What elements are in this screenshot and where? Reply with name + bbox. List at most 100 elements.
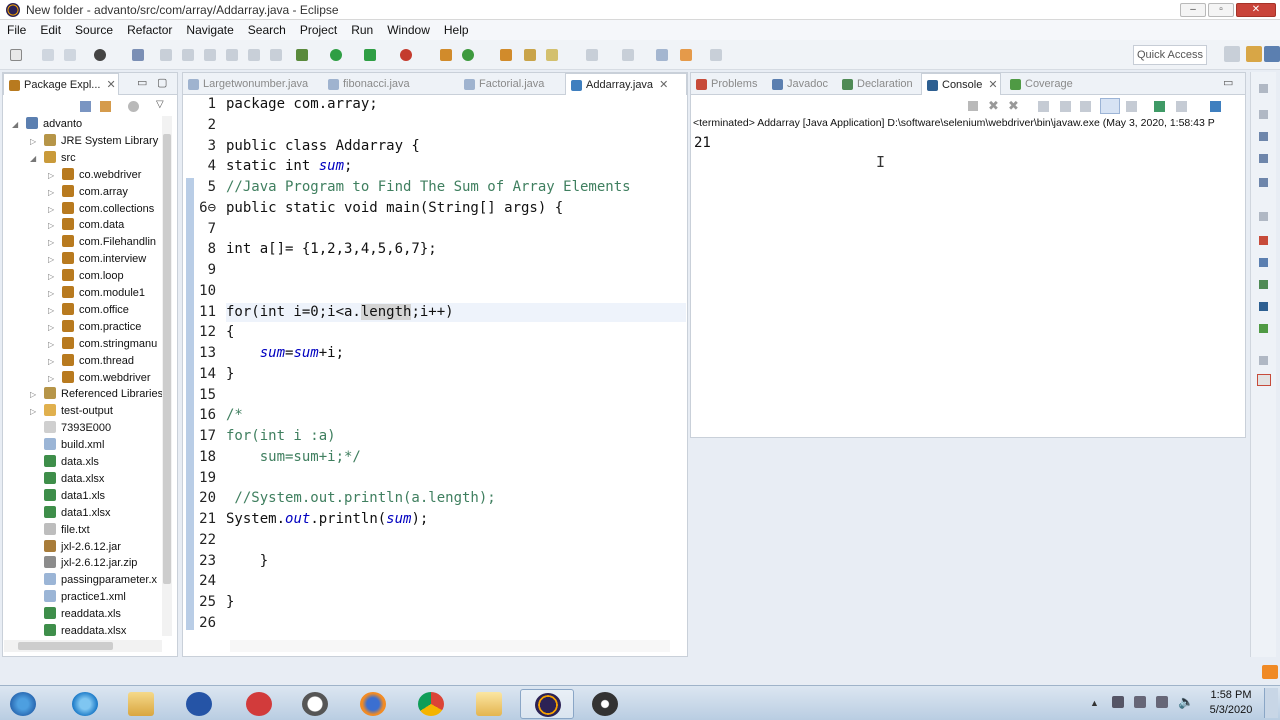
tree-horizontal-scrollbar[interactable] bbox=[4, 640, 162, 652]
volume-icon[interactable]: 🔈 bbox=[1178, 694, 1194, 710]
tree-item[interactable]: ▷ Referenced Libraries bbox=[30, 386, 163, 403]
taskbar-app[interactable] bbox=[172, 689, 226, 719]
network-icon[interactable] bbox=[1156, 696, 1168, 708]
tree-item[interactable]: ▷ com.office bbox=[48, 302, 129, 319]
code-line[interactable]: //Java Program to Find The Sum of Array … bbox=[226, 179, 631, 195]
debug-run-icon[interactable] bbox=[296, 49, 308, 61]
open-task-icon[interactable] bbox=[524, 49, 536, 61]
tree-item[interactable]: ▷ com.interview bbox=[48, 251, 146, 268]
close-icon[interactable]: ✕ bbox=[106, 79, 115, 91]
menu-help[interactable]: Help bbox=[437, 23, 476, 37]
show-console-error-icon[interactable] bbox=[1126, 101, 1137, 112]
close-icon[interactable]: ✕ bbox=[659, 79, 668, 91]
expand-right-icon[interactable]: ▷ bbox=[30, 403, 36, 420]
previous-annotation-icon[interactable] bbox=[622, 49, 634, 61]
tree-item[interactable]: jxl-2.6.12.jar bbox=[44, 539, 121, 556]
menu-refactor[interactable]: Refactor bbox=[120, 23, 179, 37]
toolbar-tool-icon[interactable] bbox=[226, 49, 238, 61]
tree-item[interactable]: ▷ com.array bbox=[48, 184, 128, 201]
expand-right-icon[interactable]: ▷ bbox=[48, 370, 54, 387]
editor-horizontal-scrollbar[interactable] bbox=[230, 640, 670, 652]
show-console-output-icon[interactable] bbox=[1100, 98, 1120, 114]
tab-coverage[interactable]: Coverage bbox=[1005, 73, 1085, 95]
close-button[interactable]: ✕ bbox=[1236, 3, 1276, 17]
code-line[interactable]: static int sum; bbox=[226, 158, 352, 174]
code-line[interactable]: { bbox=[226, 324, 234, 340]
tree-item[interactable]: readdata.xls bbox=[44, 606, 121, 623]
tree-item[interactable]: readdata.xlsx bbox=[44, 623, 126, 638]
tab-javadoc[interactable]: Javadoc bbox=[767, 73, 837, 95]
close-icon[interactable]: ✕ bbox=[988, 79, 997, 91]
clear-console-icon[interactable] bbox=[1038, 101, 1049, 112]
search-icon[interactable] bbox=[546, 49, 558, 61]
menu-run[interactable]: Run bbox=[344, 23, 380, 37]
system-clock[interactable]: 1:58 PM 5/3/2020 bbox=[1207, 688, 1255, 718]
coverage-icon[interactable] bbox=[364, 49, 376, 61]
tree-item[interactable]: ◢ advanto bbox=[12, 116, 82, 133]
tree-item[interactable]: ▷ com.stringmanu bbox=[48, 336, 157, 353]
menu-window[interactable]: Window bbox=[380, 23, 437, 37]
minimize-view-icon[interactable]: ▭ bbox=[1223, 76, 1233, 89]
taskbar-obs[interactable] bbox=[578, 689, 632, 719]
console-horizontal-scrollbar[interactable] bbox=[696, 424, 1226, 436]
code-line[interactable]: sum=sum+i;*/ bbox=[226, 449, 361, 465]
taskbar-firefox[interactable] bbox=[346, 689, 400, 719]
taskbar-clock-app[interactable] bbox=[288, 689, 342, 719]
code-line[interactable]: System.out.println(sum); bbox=[226, 511, 428, 527]
expand-right-icon[interactable]: ▷ bbox=[48, 319, 54, 336]
tree-item[interactable]: passingparameter.x bbox=[44, 572, 157, 589]
tree-item[interactable]: ▷ com.practice bbox=[48, 319, 141, 336]
tab-addarray[interactable]: Addarray.java ✕ bbox=[565, 73, 687, 95]
expand-right-icon[interactable]: ▷ bbox=[48, 302, 54, 319]
restore-icon[interactable] bbox=[1259, 84, 1268, 93]
focus-icon[interactable] bbox=[128, 101, 139, 112]
tree-item[interactable]: data.xlsx bbox=[44, 471, 104, 488]
taskbar-snipping-tool[interactable] bbox=[232, 689, 286, 719]
skip-breakpoints-icon[interactable] bbox=[132, 49, 144, 61]
forward-icon[interactable] bbox=[710, 49, 722, 61]
maximize-button[interactable]: ▫ bbox=[1208, 3, 1234, 17]
task-list-icon[interactable] bbox=[1259, 132, 1268, 141]
tab-problems[interactable]: Problems bbox=[691, 73, 767, 95]
coverage-icon[interactable] bbox=[1259, 324, 1268, 333]
console-vertical-scrollbar[interactable] bbox=[1234, 136, 1244, 420]
terminal-icon[interactable] bbox=[1257, 374, 1271, 386]
expand-right-icon[interactable]: ▷ bbox=[48, 167, 54, 184]
console-output[interactable]: 21 bbox=[694, 135, 711, 151]
expand-down-icon[interactable]: ◢ bbox=[30, 150, 36, 167]
tree-item[interactable]: data1.xls bbox=[44, 488, 105, 505]
problems-icon[interactable] bbox=[1259, 236, 1268, 245]
tree-item[interactable]: practice1.xml bbox=[44, 589, 126, 606]
tree-item[interactable]: ▷ JRE System Library [ bbox=[30, 133, 164, 150]
open-console-icon[interactable] bbox=[1210, 101, 1221, 112]
tab-largetwonumber[interactable]: Largetwonumber.java bbox=[183, 73, 319, 95]
code-line[interactable]: /* bbox=[226, 407, 243, 423]
restore-icon[interactable] bbox=[1259, 356, 1268, 365]
tab-package-explorer[interactable]: Package Expl... ✕ bbox=[3, 73, 119, 95]
structure-icon[interactable] bbox=[1259, 154, 1268, 163]
notification-icon[interactable] bbox=[1262, 665, 1278, 679]
taskbar-chrome[interactable] bbox=[404, 689, 458, 719]
minimize-view-icon[interactable]: ▭ bbox=[137, 76, 147, 89]
tree-item[interactable]: data.xls bbox=[44, 454, 99, 471]
expand-right-icon[interactable]: ▷ bbox=[48, 268, 54, 285]
javadoc-icon[interactable] bbox=[1259, 258, 1268, 267]
tab-factorial[interactable]: Factorial.java bbox=[459, 73, 559, 95]
expand-right-icon[interactable]: ▷ bbox=[48, 285, 54, 302]
remove-launch-icon[interactable]: ✖ bbox=[988, 98, 999, 114]
taskbar-file-explorer[interactable] bbox=[114, 689, 168, 719]
menu-edit[interactable]: Edit bbox=[33, 23, 68, 37]
taskbar-internet-explorer[interactable] bbox=[58, 689, 112, 719]
new-class-icon[interactable] bbox=[462, 49, 474, 61]
code-line[interactable]: for(int i=0;i<a.length;i++) bbox=[226, 303, 454, 320]
debug-icon[interactable] bbox=[94, 49, 106, 61]
toolbar-tool-icon[interactable] bbox=[270, 49, 282, 61]
new-icon[interactable] bbox=[10, 49, 22, 61]
minimize-button[interactable]: – bbox=[1180, 3, 1206, 17]
expand-right-icon[interactable]: ▷ bbox=[30, 133, 36, 150]
menu-project[interactable]: Project bbox=[293, 23, 344, 37]
tree-item[interactable]: build.xml bbox=[44, 437, 104, 454]
tree-item[interactable]: ▷ com.loop bbox=[48, 268, 124, 285]
code-line[interactable]: sum=sum+i; bbox=[226, 345, 344, 361]
tree-item[interactable]: jxl-2.6.12.jar.zip bbox=[44, 555, 137, 572]
